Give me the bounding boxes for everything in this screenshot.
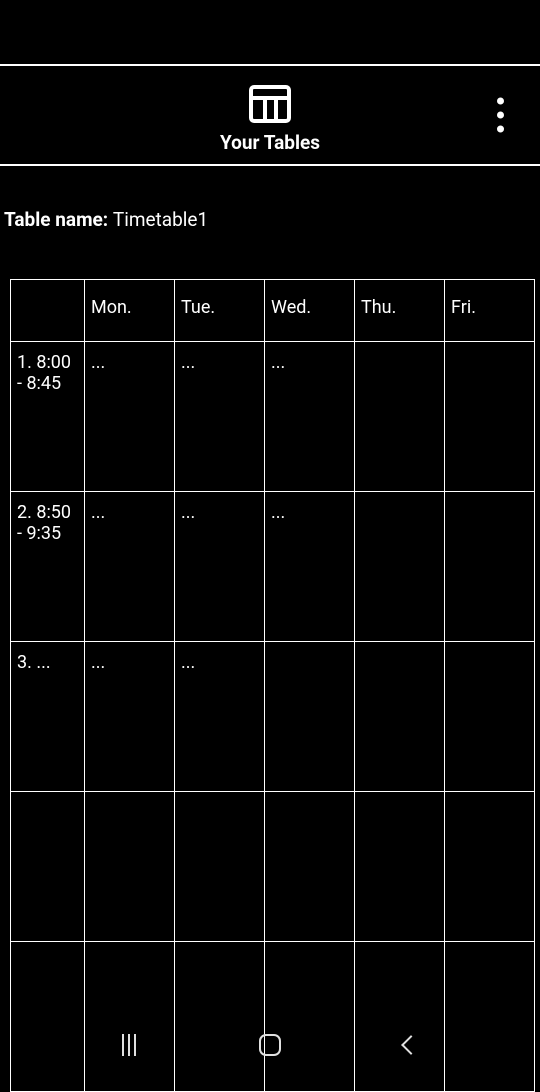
app-header: Your Tables [0, 64, 540, 166]
schedule-cell[interactable] [85, 792, 175, 942]
schedule-cell[interactable] [265, 792, 355, 942]
schedule-cell[interactable]: ... [85, 492, 175, 642]
time-cell[interactable]: 1. 8:00 - 8:45 [11, 342, 85, 492]
nav-home-button[interactable] [259, 1034, 281, 1056]
table-name-value: Timetable1 [113, 208, 208, 231]
schedule-cell[interactable] [175, 792, 265, 942]
schedule-cell[interactable]: ... [265, 492, 355, 642]
schedule-cell[interactable]: ... [265, 342, 355, 492]
schedule-cell[interactable]: ... [85, 342, 175, 492]
overflow-menu-button[interactable] [487, 88, 514, 143]
time-cell[interactable]: 2. 8:50 - 9:35 [11, 492, 85, 642]
header-cell-fri: Fri. [445, 280, 535, 342]
schedule-cell[interactable] [355, 792, 445, 942]
nav-back-button[interactable] [401, 1035, 421, 1055]
schedule-cell[interactable] [445, 492, 535, 642]
schedule-cell[interactable] [445, 642, 535, 792]
header-title: Your Tables [220, 131, 320, 154]
schedule-cell[interactable] [265, 642, 355, 792]
header-cell-wed: Wed. [265, 280, 355, 342]
schedule-cell[interactable] [445, 342, 535, 492]
table-header-row: Mon. Tue. Wed. Thu. Fri. [11, 280, 535, 342]
status-bar [0, 0, 540, 64]
timetable-container: Mon. Tue. Wed. Thu. Fri. 1. 8:00 - 8:45 … [0, 279, 540, 1092]
header-cell-time [11, 280, 85, 342]
time-cell[interactable]: 3. ... [11, 642, 85, 792]
table-row: 3. ... ... ... [11, 642, 535, 792]
schedule-cell[interactable]: ... [85, 642, 175, 792]
schedule-cell[interactable] [445, 792, 535, 942]
schedule-cell[interactable] [355, 492, 445, 642]
timetable: Mon. Tue. Wed. Thu. Fri. 1. 8:00 - 8:45 … [10, 279, 535, 1092]
schedule-cell[interactable]: ... [175, 492, 265, 642]
header-cell-mon: Mon. [85, 280, 175, 342]
table-row: 1. 8:00 - 8:45 ... ... ... [11, 342, 535, 492]
schedule-cell[interactable]: ... [175, 642, 265, 792]
table-row: 2. 8:50 - 9:35 ... ... ... [11, 492, 535, 642]
schedule-cell[interactable]: ... [175, 342, 265, 492]
navigation-bar [0, 1010, 540, 1080]
header-cell-thu: Thu. [355, 280, 445, 342]
table-name-label: Table name: [4, 208, 113, 231]
header-cell-tue: Tue. [175, 280, 265, 342]
time-cell[interactable] [11, 792, 85, 942]
table-name-section: Table name: Timetable1 [0, 166, 540, 231]
nav-recent-button[interactable] [122, 1034, 136, 1056]
table-row [11, 792, 535, 942]
table-icon [249, 85, 291, 127]
schedule-cell[interactable] [355, 342, 445, 492]
schedule-cell[interactable] [355, 642, 445, 792]
